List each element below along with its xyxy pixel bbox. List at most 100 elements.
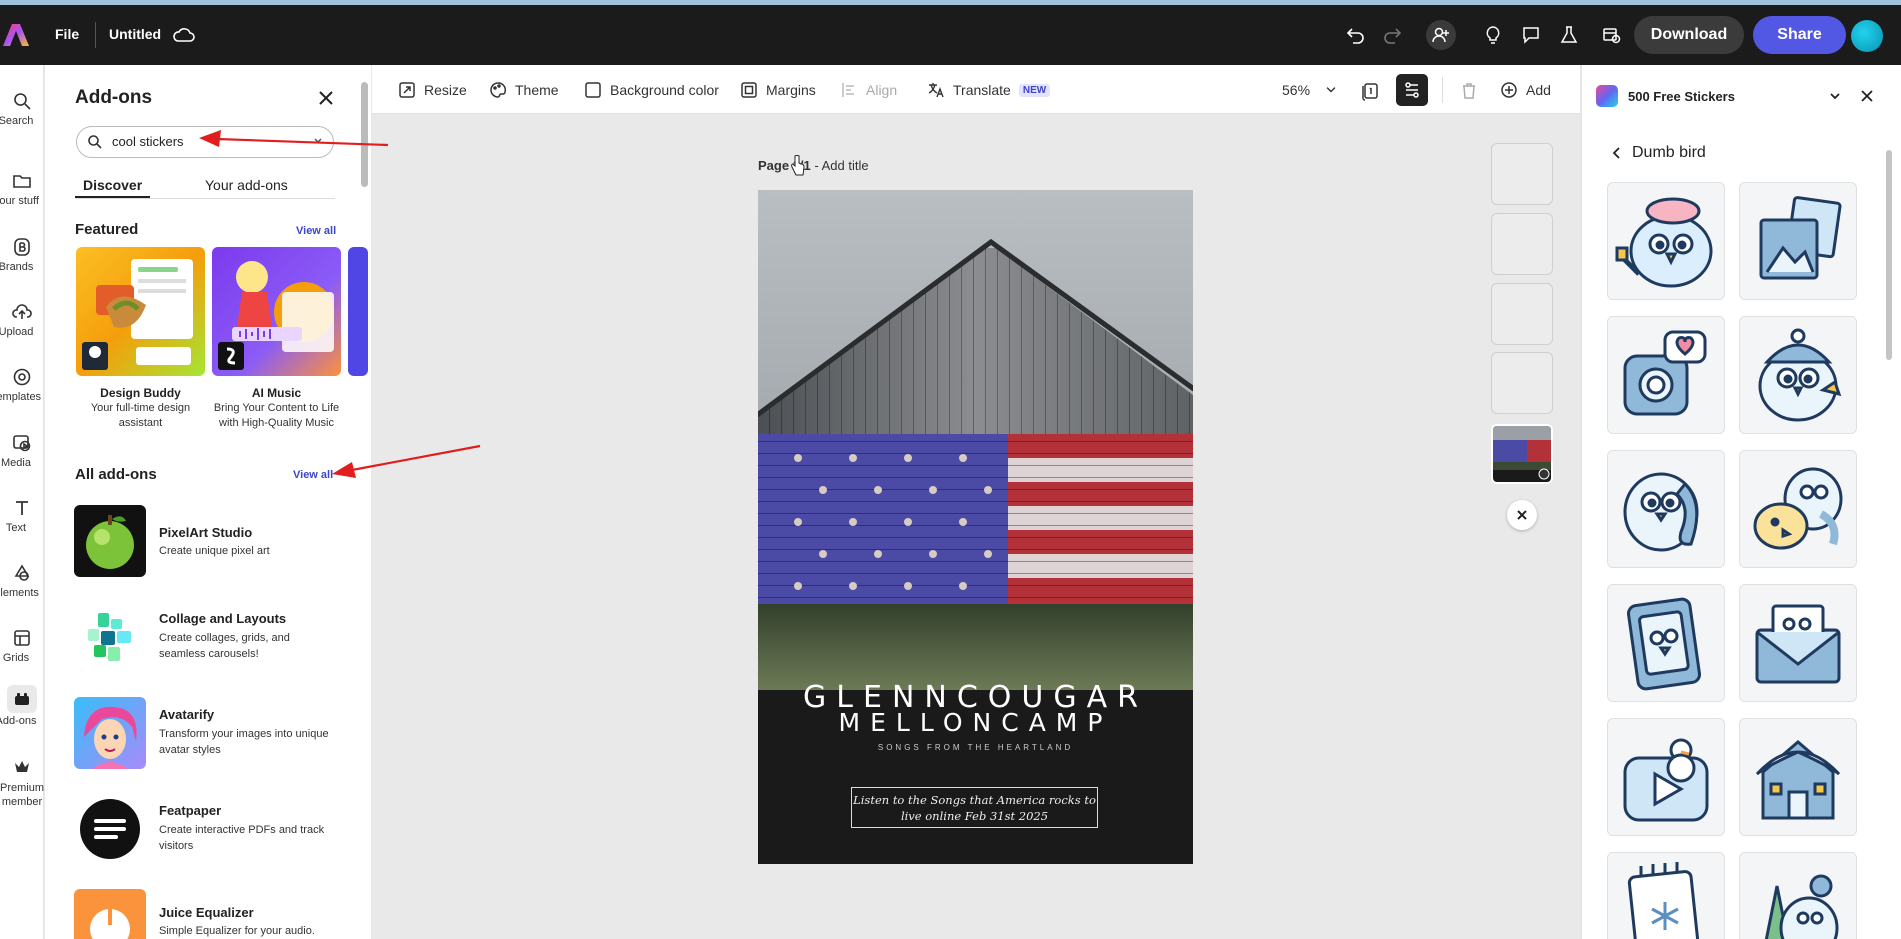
- sticker-camera-heart[interactable]: [1607, 316, 1725, 434]
- tab-discover[interactable]: Discover: [83, 177, 142, 193]
- chevron-down-icon[interactable]: [1828, 89, 1842, 103]
- poster-info-box[interactable]: Listen to the Songs that America rocks t…: [851, 787, 1098, 828]
- addon-name-collage-and-layouts[interactable]: Collage and Layouts: [159, 611, 286, 626]
- translate-button[interactable]: Translate NEW: [927, 80, 1051, 100]
- layers-toggle-icon[interactable]: [1396, 74, 1428, 106]
- sticker-bird-phone[interactable]: [1607, 450, 1725, 568]
- page-number-icon[interactable]: [1356, 77, 1384, 105]
- addon-name-avatarify[interactable]: Avatarify: [159, 707, 214, 722]
- align-button[interactable]: Align: [840, 80, 897, 100]
- featured-view-all-link[interactable]: View all: [296, 225, 336, 237]
- back-to-category[interactable]: Dumb bird: [1610, 144, 1706, 162]
- margins-button[interactable]: Margins: [740, 80, 816, 100]
- featured-card-partial[interactable]: [348, 247, 368, 376]
- comment-icon[interactable]: [1517, 21, 1545, 49]
- labs-flask-icon[interactable]: [1555, 21, 1583, 49]
- sticker-snowflake-notepad[interactable]: [1607, 852, 1725, 939]
- cloud-sync-icon[interactable]: [172, 24, 196, 46]
- avatarify-icon[interactable]: [74, 697, 146, 769]
- rail-text[interactable]: Text: [0, 492, 44, 552]
- add-page-button[interactable]: Add: [1500, 80, 1551, 100]
- close-icon[interactable]: [1859, 88, 1875, 104]
- barn-flag-photo[interactable]: [758, 190, 1193, 864]
- sticker-snow-house[interactable]: [1739, 718, 1857, 836]
- page-thumbnail[interactable]: [1491, 143, 1553, 205]
- all-addons-view-all-link[interactable]: View all: [293, 469, 333, 481]
- user-avatar[interactable]: [1851, 20, 1883, 52]
- featured-heading: Featured: [75, 221, 139, 238]
- chevron-down-icon[interactable]: [313, 136, 323, 146]
- rail-brands[interactable]: Brands: [0, 231, 44, 291]
- ai-music-thumbnail: [218, 261, 334, 370]
- design-buddy-thumbnail: [82, 259, 193, 370]
- schedule-icon[interactable]: [1597, 21, 1625, 49]
- rail-elements[interactable]: Elements: [0, 557, 44, 617]
- page-thumbnail-active[interactable]: [1491, 424, 1553, 484]
- redo-icon[interactable]: [1378, 21, 1406, 49]
- close-thumbnails-button[interactable]: [1507, 500, 1537, 530]
- featured-desc-design-buddy: Your full-time design assistant: [90, 402, 191, 429]
- tab-your-addons[interactable]: Your add-ons: [205, 177, 288, 193]
- rail-upload[interactable]: Upload: [0, 296, 44, 356]
- page-thumbnail[interactable]: [1491, 213, 1553, 275]
- rail-media[interactable]: Media: [0, 427, 44, 487]
- poster-subtitle[interactable]: SONGS FROM THE HEARTLAND: [758, 743, 1193, 752]
- sticker-envelope-bird[interactable]: [1739, 584, 1857, 702]
- share-button[interactable]: Share: [1753, 16, 1846, 54]
- close-icon[interactable]: [315, 87, 337, 109]
- sticker-snowman-play[interactable]: [1607, 718, 1725, 836]
- addons-search-field[interactable]: cool stickers: [76, 126, 334, 158]
- featured-card-ai-music[interactable]: [212, 247, 341, 376]
- sticker-photo-frames[interactable]: [1739, 182, 1857, 300]
- poster-headline-line2[interactable]: MELLONCAMP: [758, 708, 1193, 737]
- juice-equalizer-icon[interactable]: [74, 889, 146, 939]
- featpaper-icon[interactable]: [74, 793, 146, 865]
- header-divider: [95, 22, 96, 48]
- rail-your-stuff[interactable]: Your stuff: [0, 165, 44, 225]
- sticker-birds-chat[interactable]: [1739, 450, 1857, 568]
- rail-search[interactable]: Search: [0, 85, 44, 145]
- delete-icon[interactable]: [1455, 77, 1483, 105]
- design-page[interactable]: GLENNCOUGAR MELLONCAMP SONGS FROM THE HE…: [758, 190, 1193, 864]
- upload-icon: [12, 304, 32, 319]
- addon-name-featpaper[interactable]: Featpaper: [159, 803, 221, 818]
- featured-card-design-buddy[interactable]: [76, 247, 205, 376]
- document-title[interactable]: Untitled: [109, 26, 161, 42]
- resize-button[interactable]: Resize: [398, 80, 467, 100]
- lightbulb-icon[interactable]: [1479, 21, 1507, 49]
- search-input-value[interactable]: cool stickers: [112, 134, 184, 149]
- rail-premium[interactable]: Premium member: [0, 751, 44, 821]
- add-circle-icon: [1501, 82, 1517, 98]
- align-icon: [842, 83, 854, 97]
- page-thumbnail[interactable]: [1491, 352, 1553, 414]
- collage-and-layouts-icon[interactable]: [74, 601, 146, 673]
- page-thumbnail[interactable]: [1491, 283, 1553, 345]
- pixelart-studio-icon[interactable]: [74, 505, 146, 577]
- addon-name-juice-equalizer[interactable]: Juice Equalizer: [159, 905, 254, 920]
- sticker-bird-beanie[interactable]: [1739, 316, 1857, 434]
- rail-templates[interactable]: Templates: [0, 361, 44, 421]
- download-button[interactable]: Download: [1634, 16, 1744, 54]
- rail-grids[interactable]: Grids: [0, 622, 44, 682]
- page-label[interactable]: Page 1/1 - Add title: [758, 158, 869, 173]
- panel-scrollbar[interactable]: [361, 82, 368, 187]
- file-menu[interactable]: File: [55, 26, 79, 42]
- adobe-express-logo[interactable]: [2, 22, 30, 48]
- category-title: Dumb bird: [1632, 144, 1706, 161]
- zoom-value: 56%: [1282, 82, 1311, 98]
- sticker-bird-painter[interactable]: [1607, 182, 1725, 300]
- sticker-panel-scrollbar[interactable]: [1886, 150, 1892, 360]
- translate-label: Translate: [953, 82, 1011, 98]
- background-color-button[interactable]: Background color: [584, 80, 719, 100]
- sticker-bird-frame[interactable]: [1607, 584, 1725, 702]
- rail-label-upload: Upload: [0, 326, 34, 338]
- rail-addons[interactable]: Add-ons: [0, 683, 44, 743]
- theme-button[interactable]: Theme: [489, 80, 559, 100]
- zoom-dropdown[interactable]: 56%: [1282, 80, 1346, 100]
- undo-icon[interactable]: [1342, 21, 1370, 49]
- invite-user-icon[interactable]: [1426, 20, 1456, 50]
- margins-label: Margins: [766, 82, 816, 98]
- canvas-toolbar: Resize Theme Background color Margins Al…: [372, 65, 1580, 114]
- sticker-winter-bird[interactable]: [1739, 852, 1857, 939]
- addon-name-pixelart-studio[interactable]: PixelArt Studio: [159, 525, 252, 540]
